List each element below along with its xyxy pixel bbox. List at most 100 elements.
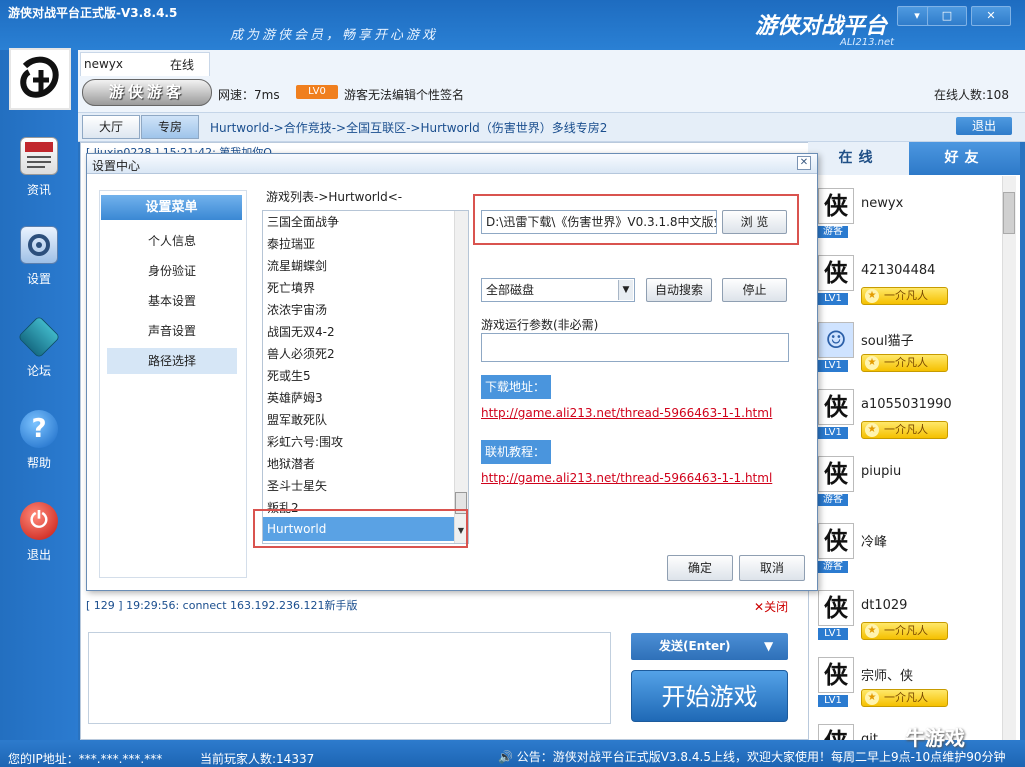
game-item[interactable]: 战国无双4-2 (267, 321, 457, 343)
launch-params-field[interactable] (481, 333, 789, 362)
menu-item-identity[interactable]: 身份验证 (107, 258, 237, 284)
user-avatar: 侠 (818, 523, 854, 559)
game-item[interactable]: 彩虹六号:围攻 (267, 431, 457, 453)
sidebar-item-help[interactable]: ? 帮助 (0, 410, 78, 471)
send-options-dropdown-icon[interactable]: ▼ (764, 639, 773, 653)
online-user-row[interactable]: 侠 游客 piupiu (812, 448, 1002, 515)
menu-item-sound[interactable]: 声音设置 (107, 318, 237, 344)
online-user-row[interactable]: 侠 LV1 a1055031990 ★ 一介凡人 (812, 381, 1002, 448)
sidebar-item-forum[interactable]: 论坛 (0, 315, 78, 379)
username: newyx (84, 57, 124, 71)
game-item[interactable]: 死亡墳界 (267, 277, 457, 299)
menu-item-basic[interactable]: 基本设置 (107, 288, 237, 314)
user-tag: 游客 (818, 226, 848, 238)
close-window-button[interactable]: ✕ (971, 6, 1011, 26)
disk-select[interactable]: 全部磁盘 (481, 278, 635, 302)
game-item[interactable]: 圣斗士星矢 (267, 475, 457, 497)
cancel-button[interactable]: 取消 (739, 555, 805, 581)
user-status: 在线 (170, 58, 195, 72)
game-item[interactable]: 浓浓宇宙汤 (267, 299, 457, 321)
tutorial-link[interactable]: http://game.ali213.net/thread-5966463-1-… (481, 471, 772, 485)
app-title: 游侠对战平台正式版-V3.8.4.5 (8, 6, 178, 20)
game-item[interactable]: 泰拉瑞亚 (267, 233, 457, 255)
online-user-row[interactable]: 侠 游客 newyx (812, 180, 1002, 247)
game-item[interactable]: 流星蝴蝶剑 (267, 255, 457, 277)
user-avatar: 侠 (818, 657, 854, 693)
dialog-title-bar (87, 154, 817, 174)
settings-menu-header: 设置菜单 (101, 195, 242, 220)
user-tag: LV1 (818, 293, 848, 305)
game-item[interactable]: 死或生5 (267, 365, 457, 387)
highlight-selected-game (253, 509, 468, 548)
online-user-row[interactable]: 侠 LV1 宗师、侠 ★ 一介凡人 (812, 649, 1002, 716)
auto-search-button[interactable]: 自动搜索 (646, 278, 712, 302)
user-avatar: 侠 (818, 188, 854, 224)
ok-button[interactable]: 确定 (667, 555, 733, 581)
tab-online[interactable]: 在线 (808, 142, 909, 175)
sidebar-item-news[interactable]: 资讯 (0, 137, 78, 198)
user-rank: ★ 一介凡人 (861, 689, 948, 707)
game-item[interactable]: 盟军敢死队 (267, 409, 457, 431)
settings-icon (20, 226, 58, 264)
player-count: 当前玩家人数:14337 (200, 752, 315, 766)
user-name: 421304484 (861, 263, 936, 278)
chat-input[interactable] (88, 632, 611, 724)
game-item[interactable]: 地狱潜者 (267, 453, 457, 475)
user-tag: LV1 (818, 427, 848, 439)
tab-friends[interactable]: 好友 (909, 142, 1020, 175)
exit-room-button[interactable]: 退出 (956, 117, 1012, 135)
tab-hall[interactable]: 大厅 (82, 115, 140, 139)
stop-button[interactable]: 停止 (722, 278, 787, 302)
download-link[interactable]: http://game.ali213.net/thread-5966463-1-… (481, 406, 772, 420)
watermark: 牛游戏 (905, 726, 965, 750)
star-icon: ★ (865, 289, 879, 303)
star-icon: ★ (865, 624, 879, 638)
game-item[interactable]: 英雄萨姆3 (267, 387, 457, 409)
breadcrumb: Hurtworld->合作竞技->全国互联区->Hurtworld（伤害世界）多… (210, 121, 608, 135)
user-list-scroll-thumb[interactable] (1003, 192, 1015, 234)
dialog-close-button[interactable]: ✕ (797, 156, 811, 170)
close-chat-label: 关闭 (764, 600, 789, 614)
help-icon: ? (20, 410, 58, 448)
guest-badge: 游侠游客 (82, 79, 212, 106)
app-logo-avatar (9, 48, 71, 110)
news-icon (20, 137, 58, 175)
chevron-down-icon[interactable]: ▼ (618, 280, 633, 300)
maximize-button[interactable]: □ (927, 6, 967, 26)
menu-item-path[interactable]: 路径选择 (107, 348, 237, 374)
user-list-scrollbar[interactable] (1002, 176, 1016, 740)
launch-params-label: 游戏运行参数(非必需) (481, 318, 599, 332)
sidebar-item-exit[interactable]: ⏻ 退出 (0, 502, 78, 563)
user-tag: 游客 (818, 494, 848, 506)
tutorial-label: 联机教程： (481, 440, 551, 464)
user-tag: LV1 (818, 695, 848, 707)
highlight-game-path (473, 194, 799, 245)
user-avatar: ☺ (818, 322, 854, 358)
menu-item-profile[interactable]: 个人信息 (107, 228, 237, 254)
online-user-row[interactable]: 侠 LV1 dt1029 ★ 一介凡人 (812, 582, 1002, 649)
user-name: dt1029 (861, 598, 908, 613)
game-item[interactable]: 兽人必须死2 (267, 343, 457, 365)
ping-label: 网速：7ms (218, 88, 280, 102)
online-user-row[interactable]: ☺ LV1 soul猫子 ★ 一介凡人 (812, 314, 1002, 381)
user-name: 冷峰 (861, 535, 888, 550)
online-user-row[interactable]: 侠 LV1 421304484 ★ 一介凡人 (812, 247, 1002, 314)
tab-room[interactable]: 专房 (141, 115, 199, 139)
sidebar-item-settings[interactable]: 设置 (0, 226, 78, 287)
start-game-button[interactable]: 开始游戏 (631, 670, 788, 722)
ali213-logo-icon (11, 50, 69, 108)
speaker-icon: 🔊 (498, 750, 517, 764)
sidebar-item-label: 论坛 (26, 364, 51, 378)
close-chat-link[interactable]: ✕关闭 (754, 598, 788, 615)
chat-message: [ 129 ] 19:29:56: connect 163.192.236.12… (86, 599, 358, 612)
user-rank: ★ 一介凡人 (861, 421, 948, 439)
game-item[interactable]: 三国全面战争 (267, 211, 457, 233)
user-tag: 游客 (818, 561, 848, 573)
games-list[interactable]: 三国全面战争 泰拉瑞亚 流星蝴蝶剑 死亡墳界 浓浓宇宙汤 战国无双4-2 兽人必… (262, 210, 469, 544)
user-name: 宗师、侠 (861, 669, 914, 684)
online-user-row[interactable]: 侠 游客 冷峰 (812, 515, 1002, 582)
sidebar-item-label: 帮助 (26, 456, 51, 470)
user-avatar: 侠 (818, 255, 854, 291)
ip-address: 您的IP地址：***.***.***.*** (8, 752, 163, 766)
close-icon: ✕ (754, 600, 765, 614)
